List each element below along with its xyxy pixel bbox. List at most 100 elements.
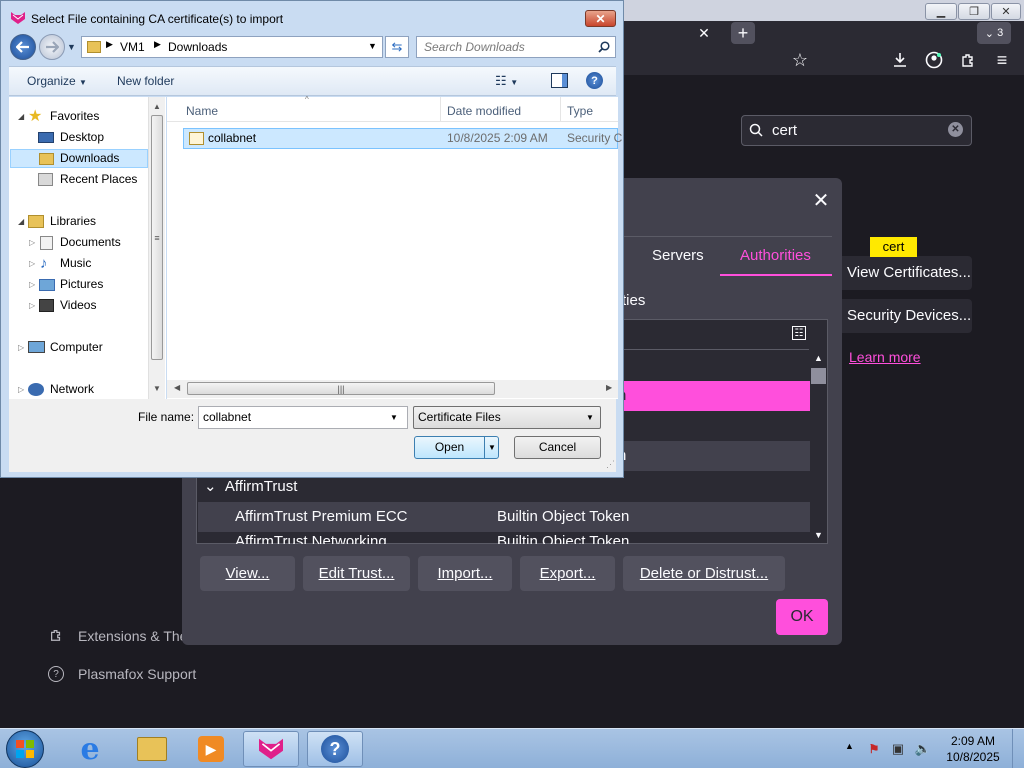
- back-button[interactable]: [10, 34, 36, 60]
- resize-grip-icon[interactable]: ⋰: [606, 459, 615, 470]
- address-dropdown-icon[interactable]: ▼: [368, 41, 377, 51]
- certificate-file-icon: [189, 132, 204, 145]
- start-button[interactable]: [6, 730, 44, 768]
- nav-libraries[interactable]: ◢ Libraries: [9, 212, 147, 231]
- tab-authorities[interactable]: Authorities: [740, 247, 811, 264]
- help-support-icon[interactable]: ?: [307, 731, 363, 767]
- downloads-icon[interactable]: [888, 48, 912, 72]
- help-icon[interactable]: ?: [586, 72, 603, 89]
- preview-pane-icon[interactable]: [551, 73, 568, 88]
- close-window-button[interactable]: ✕: [991, 3, 1021, 20]
- search-highlight-tooltip: cert: [870, 237, 917, 257]
- menu-hamburger-icon[interactable]: ≡: [990, 48, 1014, 72]
- edit-trust-button[interactable]: Edit Trust...: [303, 556, 410, 591]
- network-status-icon[interactable]: ▣: [890, 741, 906, 757]
- nav-favorites[interactable]: ◢ ★ Favorites: [9, 107, 147, 126]
- file-type-select[interactable]: Certificate Files ▼: [413, 406, 601, 429]
- dropdown-arrow-icon[interactable]: ▼: [390, 407, 398, 428]
- close-dialog-button[interactable]: ✕: [585, 10, 616, 27]
- scroll-down-icon[interactable]: ▼: [810, 527, 827, 543]
- search-input[interactable]: Search Downloads: [416, 36, 616, 58]
- view-button[interactable]: View...: [200, 556, 295, 591]
- close-tab-icon[interactable]: ✕: [693, 23, 715, 43]
- column-type[interactable]: Type: [567, 104, 593, 118]
- account-icon[interactable]: [922, 48, 946, 72]
- bookmark-star-icon[interactable]: ☆: [787, 48, 813, 72]
- learn-more-link[interactable]: Learn more: [849, 349, 921, 365]
- cancel-button[interactable]: Cancel: [514, 436, 601, 459]
- file-row[interactable]: collabnet 10/8/2025 2:09 AM Security C: [183, 128, 622, 149]
- new-folder-button[interactable]: New folder: [117, 74, 174, 88]
- music-note-icon: ♪: [40, 255, 48, 272]
- open-button[interactable]: Open ▼: [414, 436, 499, 459]
- column-picker-icon[interactable]: ☷: [792, 326, 806, 340]
- forward-button[interactable]: [39, 34, 65, 60]
- clear-search-icon[interactable]: ✕: [948, 122, 963, 137]
- extensions-icon[interactable]: [956, 48, 980, 72]
- show-hidden-icons[interactable]: ▲: [845, 741, 854, 751]
- nav-scrollbar[interactable]: ▲ ≡ ▼: [148, 97, 165, 399]
- change-view-icon[interactable]: ☷ ▼: [495, 73, 518, 89]
- close-icon[interactable]: ✕: [809, 188, 833, 212]
- nav-computer[interactable]: ▷ Computer: [9, 338, 147, 357]
- dropdown-arrow-icon[interactable]: ▼: [488, 437, 496, 458]
- delete-or-distrust-button[interactable]: Delete or Distrust...: [623, 556, 785, 591]
- horizontal-scrollbar[interactable]: ◀ ||| ▶: [167, 380, 618, 398]
- scroll-right-icon[interactable]: ▶: [606, 383, 612, 392]
- scroll-up-icon[interactable]: ▲: [149, 99, 165, 113]
- ok-button[interactable]: OK: [776, 599, 828, 635]
- file-name-input[interactable]: collabnet ▼: [198, 406, 408, 429]
- scrollbar-thumb[interactable]: |||: [187, 382, 495, 395]
- tab-count: 3: [997, 27, 1004, 39]
- plasmafox-taskbar-icon[interactable]: [243, 731, 299, 767]
- refresh-icon[interactable]: ⇆: [385, 36, 409, 58]
- nav-desktop[interactable]: Desktop: [9, 128, 147, 147]
- column-date-modified[interactable]: Date modified: [447, 104, 521, 118]
- sort-ascending-icon: ^: [305, 95, 309, 104]
- scroll-left-icon[interactable]: ◀: [174, 383, 180, 392]
- column-name[interactable]: Name: [186, 104, 218, 118]
- volume-muted-icon[interactable]: 🔈: [914, 741, 932, 757]
- file-explorer-icon[interactable]: [124, 731, 180, 767]
- nav-network[interactable]: ▷ Network: [9, 380, 147, 399]
- nav-downloads[interactable]: Downloads: [10, 149, 148, 168]
- clock[interactable]: 2:09 AM 10/8/2025: [943, 733, 1003, 765]
- security-devices-button[interactable]: Security Devices...: [835, 299, 972, 333]
- address-bar[interactable]: ▶ VM1 ▶ Downloads ▼: [81, 36, 383, 58]
- clock-date: 10/8/2025: [946, 750, 1000, 764]
- nav-recent-places[interactable]: Recent Places: [9, 170, 147, 189]
- view-certificates-button[interactable]: View Certificates...: [835, 256, 972, 290]
- minimize-button[interactable]: ▁: [925, 3, 957, 20]
- breadcrumb-vm1[interactable]: VM1: [120, 40, 145, 54]
- new-tab-button[interactable]: +: [731, 22, 755, 44]
- scrollbar-thumb[interactable]: [811, 368, 826, 384]
- recent-places-icon: [38, 173, 53, 186]
- action-center-icon[interactable]: ⚑: [866, 741, 882, 757]
- table-row[interactable]: AffirmTrust Networking Builtin Object To…: [198, 532, 810, 544]
- nav-pictures[interactable]: ▷ Pictures: [9, 275, 147, 294]
- scroll-up-icon[interactable]: ▲: [810, 350, 827, 366]
- tab-list-button[interactable]: ⌄ 3: [977, 22, 1011, 44]
- import-button[interactable]: Import...: [418, 556, 512, 591]
- show-desktop-button[interactable]: [1012, 729, 1024, 768]
- tree-scrollbar[interactable]: ▲ ▼: [810, 350, 827, 543]
- expand-right-icon: ▷: [18, 385, 25, 394]
- tab-servers[interactable]: Servers: [652, 247, 704, 264]
- export-button[interactable]: Export...: [520, 556, 615, 591]
- media-player-icon[interactable]: ▶: [183, 731, 239, 767]
- internet-explorer-icon[interactable]: e: [62, 731, 118, 767]
- organize-menu[interactable]: Organize ▼: [27, 74, 87, 88]
- scroll-down-icon[interactable]: ▼: [149, 381, 165, 395]
- breadcrumb-downloads[interactable]: Downloads: [168, 40, 227, 54]
- maximize-button[interactable]: ❐: [958, 3, 990, 20]
- nav-videos[interactable]: ▷ Videos: [9, 296, 147, 315]
- settings-search-input[interactable]: cert: [741, 115, 972, 146]
- nav-music[interactable]: ▷ ♪ Music: [9, 254, 147, 273]
- recent-pages-dropdown-icon[interactable]: ▼: [67, 42, 76, 52]
- nav-documents[interactable]: ▷ Documents: [9, 233, 147, 252]
- sidebar-item-support[interactable]: Plasmafox Support: [78, 666, 196, 682]
- table-row[interactable]: AffirmTrust Premium ECC Builtin Object T…: [198, 502, 810, 532]
- file-list: Name ^ Date modified Type collabnet 10/8…: [167, 95, 622, 399]
- scrollbar-thumb[interactable]: ≡: [151, 115, 163, 360]
- documents-icon: [40, 236, 53, 250]
